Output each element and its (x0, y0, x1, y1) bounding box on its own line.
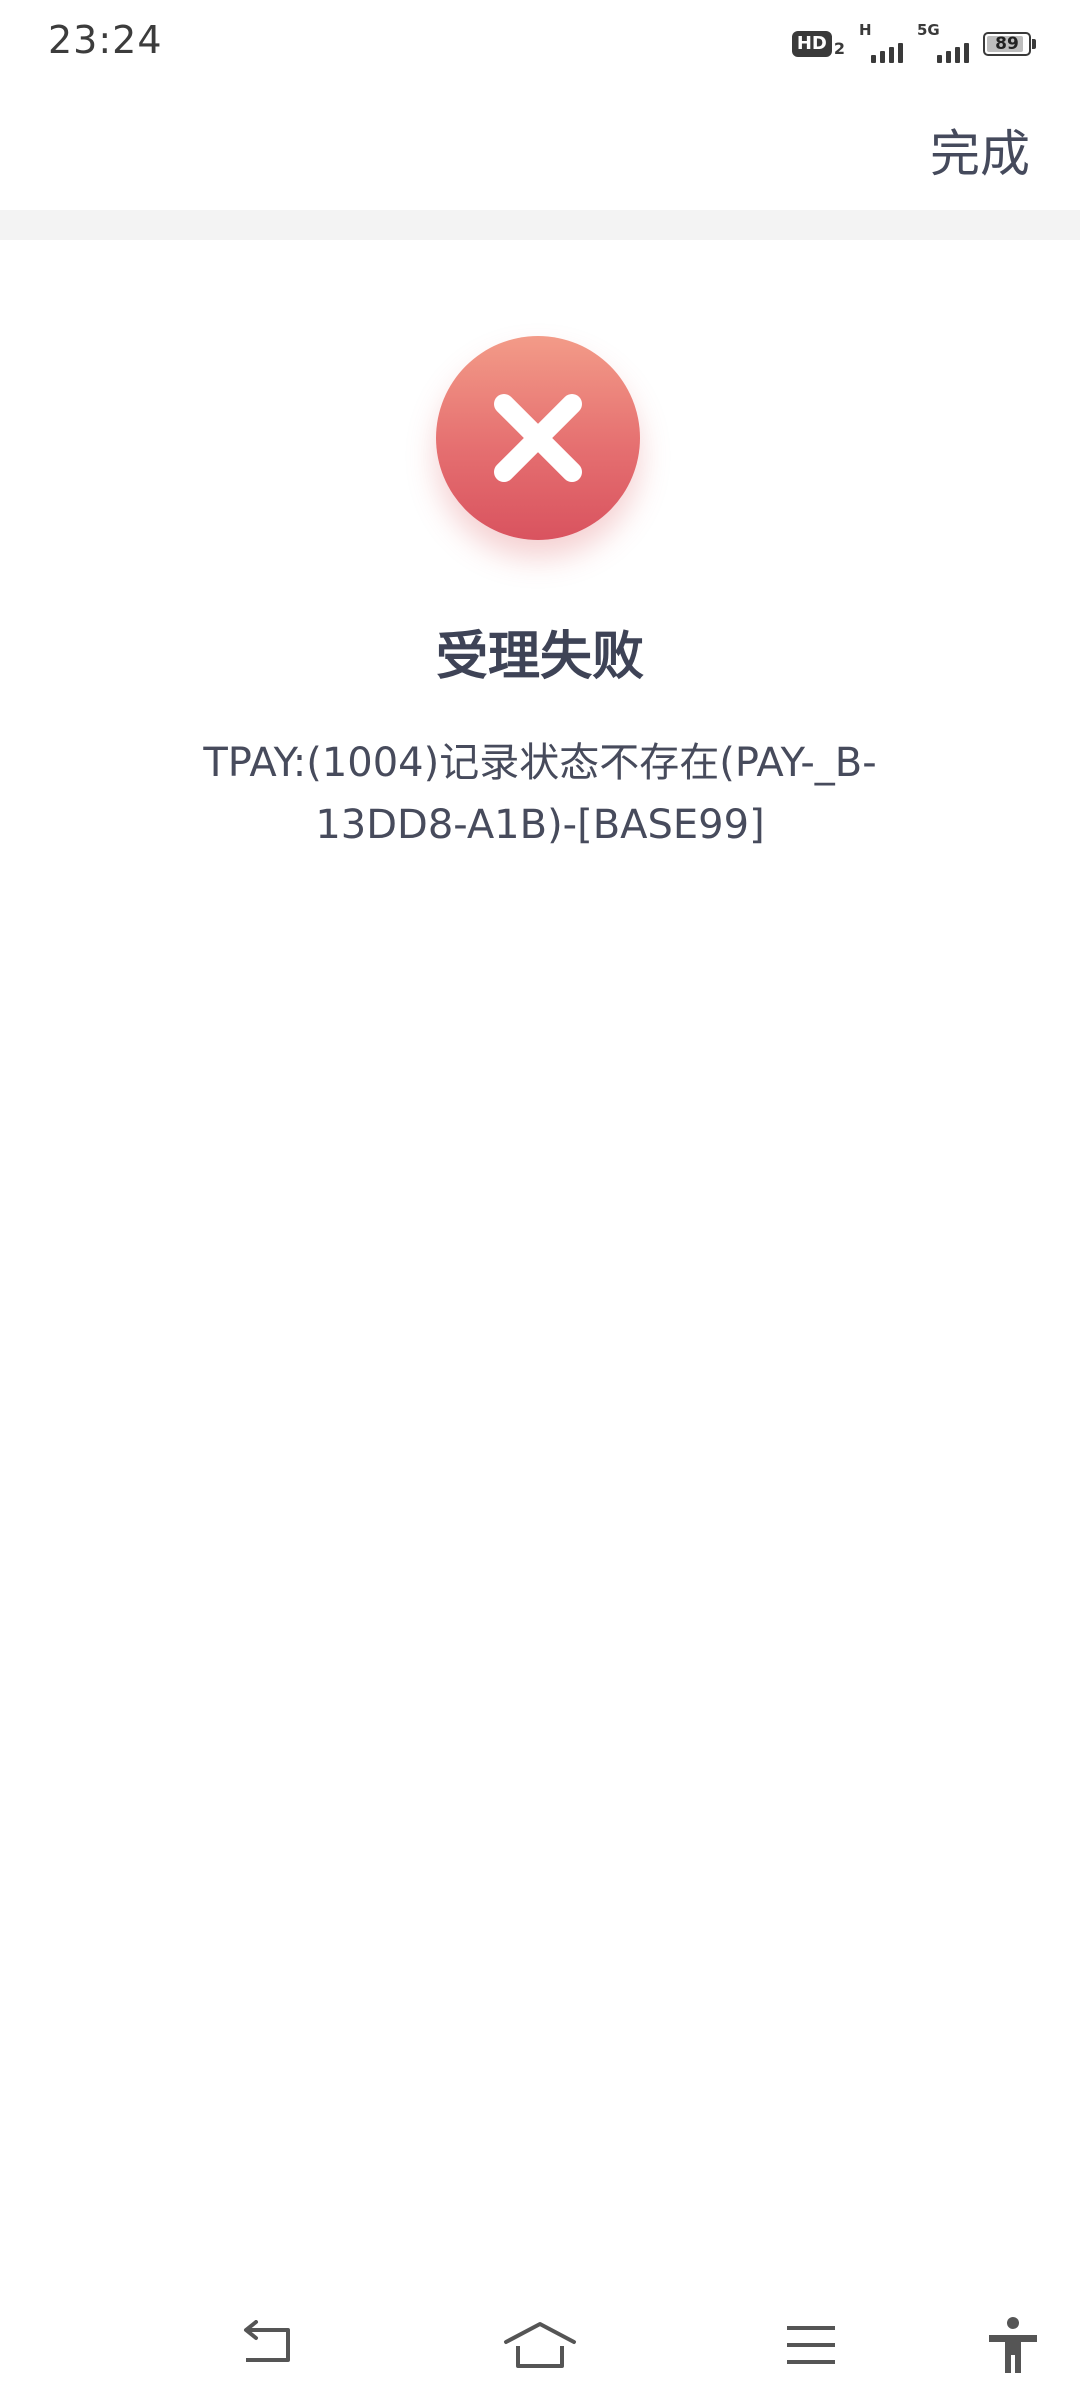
back-icon[interactable] (228, 2310, 308, 2380)
signal-5g-tag: 5G (917, 21, 940, 39)
home-icon[interactable] (500, 2310, 580, 2380)
signal-h-tag: H (859, 21, 872, 39)
hd-voice-icon: HD 2 (791, 31, 845, 58)
status-time: 23:24 (48, 18, 163, 62)
battery-icon: 89 (983, 32, 1036, 56)
header: 完成 (0, 84, 1080, 210)
hd-label: HD (791, 31, 832, 57)
done-button[interactable]: 完成 (930, 114, 1030, 186)
signal-5g-icon: 5G (917, 21, 969, 63)
navigation-bar (0, 2290, 1080, 2400)
status-icons: HD 2 H 5G 89 (791, 21, 1036, 64)
battery-level: 89 (995, 34, 1019, 54)
menu-icon[interactable] (771, 2310, 851, 2380)
signal-h-icon: H (859, 21, 903, 63)
close-icon (494, 394, 582, 482)
divider-band (0, 210, 1080, 240)
status-bar: 23:24 HD 2 H 5G 89 (0, 0, 1080, 84)
hd-sub: 2 (833, 39, 845, 58)
result-title: 受理失败 (435, 627, 644, 687)
result-message: TPAY:(1004)记录状态不存在(PAY-_B-13DD8-A1B)-[BA… (203, 740, 877, 848)
fail-circle-icon (436, 336, 640, 540)
accessibility-icon[interactable] (973, 2310, 1053, 2380)
